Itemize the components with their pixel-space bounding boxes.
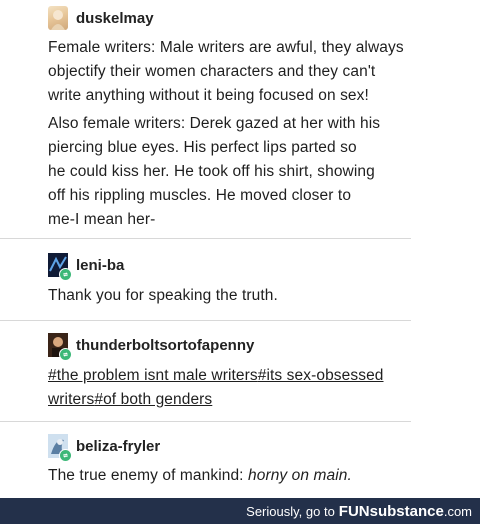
text-line: objectify their women characters and the… [48, 63, 376, 80]
divider [0, 421, 411, 422]
footer-ext: .com [443, 503, 472, 519]
post-body: The true enemy of mankind: horny on main… [48, 464, 352, 488]
username[interactable]: duskelmay [76, 10, 154, 27]
text-line: he could kiss her. He took off his shirt… [48, 163, 375, 180]
text-italic: horny on main. [248, 467, 352, 484]
post-header: leni-ba [48, 253, 124, 281]
tag-link[interactable]: writers [48, 391, 94, 408]
avatar[interactable] [48, 333, 72, 361]
text-plain: The true enemy of mankind: [48, 467, 248, 484]
post-header: beliza-fryler [48, 434, 160, 462]
post-header: duskelmay [48, 6, 154, 30]
tag-link[interactable]: #its sex-obsessed [258, 367, 384, 384]
username[interactable]: leni-ba [76, 257, 124, 274]
text-line: Female writers: Male writers are awful, … [48, 39, 404, 56]
text-line: piercing blue eyes. His perfect lips par… [48, 139, 357, 156]
reblog-icon [59, 348, 72, 361]
post-body-continued: Also female writers: Derek gazed at her … [48, 112, 380, 232]
text-line: write anything without it being focused … [48, 87, 369, 104]
text-line: Thank you for speaking the truth. [48, 287, 278, 304]
watermark-footer: Seriously, go to FUNsubstance .com [0, 498, 480, 524]
avatar[interactable] [48, 434, 72, 462]
divider [0, 320, 411, 321]
text-line: Also female writers: Derek gazed at her … [48, 115, 381, 132]
tag-link[interactable]: #the problem isnt male writers [48, 367, 258, 384]
text-line: me-I mean her- [48, 211, 156, 228]
username[interactable]: thunderboltsortofapenny [76, 337, 254, 354]
username[interactable]: beliza-fryler [76, 438, 160, 455]
avatar[interactable] [48, 6, 68, 30]
post-header: thunderboltsortofapenny [48, 333, 254, 361]
tag-list: #the problem isnt male writers#its sex-o… [48, 364, 384, 412]
post-body: Thank you for speaking the truth. [48, 284, 278, 308]
tag-link[interactable]: #of both genders [94, 391, 212, 408]
text-line: off his rippling muscles. He moved close… [48, 187, 352, 204]
reblog-icon [59, 449, 72, 462]
post-body: Female writers: Male writers are awful, … [48, 36, 404, 108]
footer-text: Seriously, go to [246, 503, 335, 519]
reblog-icon [59, 268, 72, 281]
avatar[interactable] [48, 253, 72, 281]
divider [0, 238, 411, 239]
footer-brand: FUNsubstance [338, 502, 444, 520]
